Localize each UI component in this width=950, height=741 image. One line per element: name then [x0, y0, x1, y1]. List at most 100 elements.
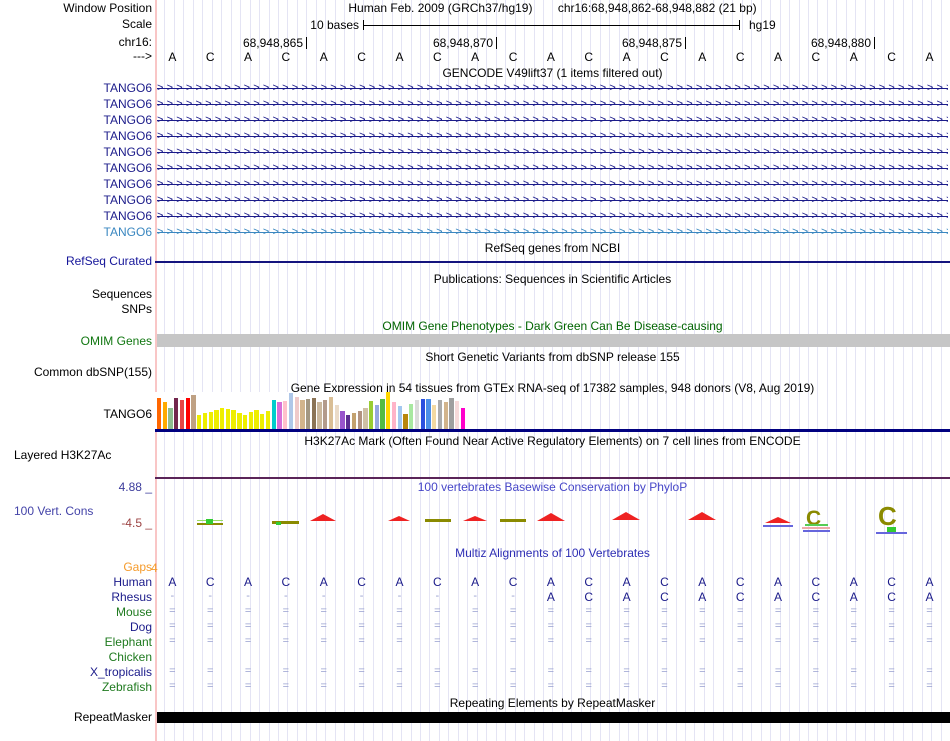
gtex-bar[interactable] — [305, 399, 311, 429]
gtex-bar[interactable] — [191, 395, 196, 429]
gtex-bar[interactable] — [363, 408, 368, 429]
gencode-transcript[interactable]: >>>>>>>>>>>>>>>>>>>>>>>>>>>>>>>>>>>>>>>>… — [157, 97, 948, 112]
gtex-bar[interactable] — [346, 415, 351, 429]
gtex-bar[interactable] — [460, 408, 465, 429]
gencode-transcript[interactable]: >>>>>>>>>>>>>>>>>>>>>>>>>>>>>>>>>>>>>>>>… — [157, 81, 948, 96]
gencode-transcript[interactable]: >>>>>>>>>>>>>>>>>>>>>>>>>>>>>>>>>>>>>>>>… — [157, 113, 948, 128]
gtex-bar[interactable] — [214, 410, 219, 429]
gtex-bar[interactable] — [231, 410, 236, 429]
sequences-label[interactable]: Sequences — [0, 288, 152, 301]
gtex-bar[interactable] — [397, 406, 402, 429]
gtex-bar[interactable] — [185, 398, 190, 429]
gtex-bar[interactable] — [328, 397, 334, 429]
gtex-bar[interactable] — [351, 413, 357, 429]
gencode-transcript[interactable]: >>>>>>>>>>>>>>>>>>>>>>>>>>>>>>>>>>>>>>>>… — [157, 193, 948, 208]
gtex-bar[interactable] — [449, 398, 454, 429]
gencode-transcript[interactable]: >>>>>>>>>>>>>>>>>>>>>>>>>>>>>>>>>>>>>>>>… — [157, 209, 948, 224]
gencode-item-label[interactable]: TANGO6 — [0, 145, 152, 159]
gencode-item-label[interactable]: TANGO6 — [0, 97, 152, 111]
gaps-row-label[interactable]: Gaps — [0, 561, 152, 574]
gtex-bar[interactable] — [317, 402, 322, 429]
gtex-bar[interactable] — [403, 414, 408, 429]
alignment-cell: = — [434, 605, 441, 617]
gtex-bar[interactable] — [420, 399, 425, 429]
gencode-transcript[interactable]: >>>>>>>>>>>>>>>>>>>>>>>>>>>>>>>>>>>>>>>>… — [157, 161, 948, 176]
gtex-bar[interactable] — [202, 413, 208, 429]
gtex-bar[interactable] — [374, 405, 380, 429]
gtex-bar[interactable] — [254, 410, 259, 429]
repeatmasker-label[interactable]: RepeatMasker — [0, 711, 152, 724]
species-label-zebrafish[interactable]: Zebrafish — [0, 680, 152, 694]
gtex-bar[interactable] — [380, 399, 385, 429]
species-label-elephant[interactable]: Elephant — [0, 635, 152, 649]
species-label-mouse[interactable]: Mouse — [0, 605, 152, 619]
gtex-bar[interactable] — [288, 393, 294, 429]
species-label-chicken[interactable]: Chicken — [0, 650, 152, 664]
species-label-dog[interactable]: Dog — [0, 620, 152, 634]
gtex-bar[interactable] — [443, 402, 448, 429]
omim-gene-bar[interactable] — [157, 334, 950, 347]
gtex-bar[interactable] — [248, 412, 253, 429]
gtex-bar[interactable] — [294, 397, 299, 429]
gencode-transcript[interactable]: >>>>>>>>>>>>>>>>>>>>>>>>>>>>>>>>>>>>>>>>… — [157, 177, 948, 192]
gtex-bar[interactable] — [369, 401, 374, 429]
h3k27ac-label[interactable]: Layered H3K27Ac — [14, 449, 111, 462]
gtex-bar[interactable] — [283, 401, 288, 429]
gencode-item-label[interactable]: TANGO6 — [0, 129, 152, 143]
gtex-bar[interactable] — [174, 398, 179, 429]
gtex-bar[interactable] — [277, 402, 282, 429]
refseq-track-title: RefSeq genes from NCBI — [484, 241, 621, 255]
gencode-item-label[interactable]: TANGO6 — [0, 81, 152, 95]
gtex-bar[interactable] — [432, 405, 437, 429]
gtex-bar[interactable] — [340, 411, 345, 429]
gtex-bar[interactable] — [157, 398, 162, 429]
gtex-bar[interactable] — [409, 404, 414, 429]
gtex-bar[interactable] — [426, 399, 431, 429]
gtex-bar[interactable] — [208, 412, 213, 429]
gencode-item-label[interactable]: TANGO6 — [0, 209, 152, 223]
gencode-transcript[interactable]: >>>>>>>>>>>>>>>>>>>>>>>>>>>>>>>>>>>>>>>>… — [157, 225, 948, 240]
gencode-item-label[interactable]: TANGO6 — [0, 177, 152, 191]
species-label-x_tropicalis[interactable]: X_tropicalis — [0, 665, 152, 679]
species-label-rhesus[interactable]: Rhesus — [0, 590, 152, 604]
snps-label[interactable]: SNPs — [0, 303, 152, 316]
refseq-curated-label[interactable]: RefSeq Curated — [0, 255, 152, 268]
gtex-bar[interactable] — [323, 400, 328, 429]
gtex-bar[interactable] — [454, 401, 460, 429]
alignment-cell: = — [358, 680, 365, 692]
gtex-bar[interactable] — [168, 408, 173, 429]
gtex-bar[interactable] — [242, 415, 248, 429]
gtex-bar[interactable] — [271, 400, 276, 429]
gtex-bar[interactable] — [391, 402, 397, 429]
gtex-bar[interactable] — [334, 405, 339, 429]
gtex-bar[interactable] — [357, 411, 362, 429]
gtex-bar[interactable] — [260, 414, 265, 429]
gtex-bar[interactable] — [197, 415, 202, 429]
gencode-item-label[interactable]: TANGO6 — [0, 193, 152, 207]
gtex-bar[interactable] — [162, 402, 168, 429]
gtex-gene-label[interactable]: TANGO6 — [0, 408, 152, 421]
gtex-bar[interactable] — [300, 400, 305, 429]
gtex-bar[interactable] — [437, 400, 443, 429]
gtex-bar[interactable] — [311, 398, 316, 429]
omim-genes-label[interactable]: OMIM Genes — [0, 335, 152, 348]
dbsnp-label[interactable]: Common dbSNP(155) — [0, 366, 152, 379]
gencode-item-label[interactable]: TANGO6 — [0, 161, 152, 175]
alignment-cell: = — [509, 635, 517, 647]
gtex-bar[interactable] — [386, 392, 391, 429]
gencode-transcript[interactable]: >>>>>>>>>>>>>>>>>>>>>>>>>>>>>>>>>>>>>>>>… — [157, 145, 948, 160]
gtex-bar[interactable] — [265, 411, 271, 429]
species-label-human[interactable]: Human — [0, 575, 152, 589]
gtex-bar[interactable] — [414, 400, 420, 429]
genome-label: hg19 — [749, 18, 776, 32]
refseq-gene-line[interactable] — [155, 261, 950, 263]
gencode-item-label[interactable]: TANGO6 — [0, 225, 152, 239]
gtex-bar[interactable] — [179, 400, 185, 429]
gencode-transcript[interactable]: >>>>>>>>>>>>>>>>>>>>>>>>>>>>>>>>>>>>>>>>… — [157, 129, 948, 144]
gtex-bar[interactable] — [237, 413, 242, 429]
gtex-bar[interactable] — [220, 408, 225, 429]
gtex-bar[interactable] — [225, 409, 231, 429]
repeatmasker-bar[interactable] — [157, 712, 950, 723]
gencode-item-label[interactable]: TANGO6 — [0, 113, 152, 127]
base-letter: C — [357, 50, 366, 64]
